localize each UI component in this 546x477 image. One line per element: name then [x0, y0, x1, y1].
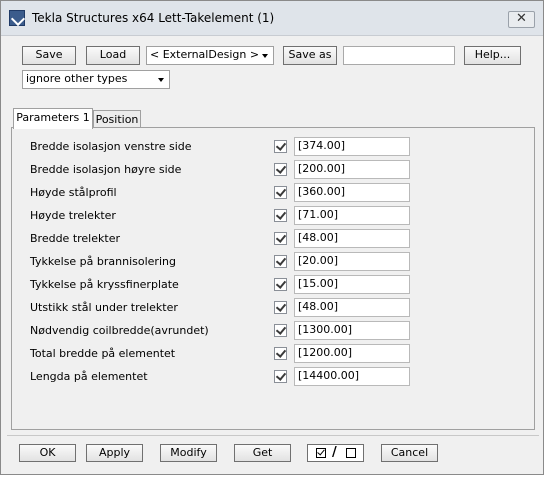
toggle-all-checkboxes[interactable]: / — [307, 444, 364, 462]
parameter-label: Bredde trelekter — [30, 232, 120, 245]
parameter-checkbox[interactable] — [274, 232, 287, 245]
modify-button[interactable]: Modify — [160, 444, 217, 462]
parameter-row: Total bredde på elementet [1200.00] — [12, 344, 536, 363]
parameter-value-input[interactable]: [1300.00] — [294, 321, 410, 340]
parameter-checkbox[interactable] — [274, 370, 287, 383]
parameter-label: Total bredde på elementet — [30, 347, 176, 360]
parameter-checkbox[interactable] — [274, 347, 287, 360]
parameter-value-input[interactable]: [1200.00] — [294, 344, 410, 363]
dialog-window: Tekla Structures x64 Lett-Takelement (1)… — [0, 0, 544, 475]
parameter-label: Høyde stålprofil — [30, 186, 117, 199]
parameter-value-input[interactable]: [360.00] — [294, 183, 410, 202]
parameter-row: Høyde trelekter [71.00] — [12, 206, 536, 225]
check-all-icon[interactable] — [316, 448, 326, 458]
parameter-value-input[interactable]: [48.00] — [294, 298, 410, 317]
help-button[interactable]: Help... — [464, 46, 521, 65]
footer-divider — [7, 435, 539, 436]
parameter-row: Bredde trelekter [48.00] — [12, 229, 536, 248]
parameter-checkbox[interactable] — [274, 163, 287, 176]
parameter-checkbox[interactable] — [274, 324, 287, 337]
apply-button[interactable]: Apply — [86, 444, 143, 462]
parameter-row: Bredde isolasjon høyre side [200.00] — [12, 160, 536, 179]
attribute-file-select[interactable]: < ExternalDesign > — [146, 46, 274, 65]
tekla-app-icon — [9, 10, 25, 26]
save-as-button[interactable]: Save as — [283, 46, 337, 65]
parameter-label: Bredde isolasjon høyre side — [30, 163, 182, 176]
parameter-value-input[interactable]: [20.00] — [294, 252, 410, 271]
close-button[interactable]: ✕ — [508, 11, 535, 28]
parameter-label: Bredde isolasjon venstre side — [30, 140, 192, 153]
parameter-row: Utstikk stål under trelekter [48.00] — [12, 298, 536, 317]
parameter-value-input[interactable]: [374.00] — [294, 137, 410, 156]
attribute-file-value: < ExternalDesign > — [150, 48, 260, 61]
chevron-down-icon — [262, 54, 268, 58]
ok-button[interactable]: OK — [19, 444, 76, 462]
parameter-label: Nødvendig coilbredde(avrundet) — [30, 324, 209, 337]
parameter-row: Nødvendig coilbredde(avrundet) [1300.00] — [12, 321, 536, 340]
parameter-row: Tykkelse på brannisolering [20.00] — [12, 252, 536, 271]
close-icon: ✕ — [516, 11, 527, 26]
parameter-label: Høyde trelekter — [30, 209, 116, 222]
parameter-label: Utstikk stål under trelekter — [30, 301, 178, 314]
parameter-label: Tykkelse på kryssfinerplate — [30, 278, 179, 291]
save-as-name-input[interactable] — [343, 46, 455, 65]
uncheck-all-icon[interactable] — [346, 448, 356, 458]
parameter-value-input[interactable]: [48.00] — [294, 229, 410, 248]
parameter-row: Bredde isolasjon venstre side [374.00] — [12, 137, 536, 156]
cancel-button[interactable]: Cancel — [381, 444, 438, 462]
parameter-checkbox[interactable] — [274, 278, 287, 291]
parameter-checkbox[interactable] — [274, 186, 287, 199]
title-bar: Tekla Structures x64 Lett-Takelement (1)… — [1, 1, 543, 36]
parameter-row: Tykkelse på kryssfinerplate [15.00] — [12, 275, 536, 294]
window-title: Tekla Structures x64 Lett-Takelement (1) — [32, 11, 275, 25]
parameter-label: Tykkelse på brannisolering — [30, 255, 176, 268]
type-filter-value: ignore other types — [26, 72, 128, 85]
parameters-panel: Bredde isolasjon venstre side [374.00] B… — [11, 127, 535, 430]
chevron-down-icon — [158, 78, 164, 82]
parameter-row: Høyde stålprofil [360.00] — [12, 183, 536, 202]
parameter-value-input[interactable]: [15.00] — [294, 275, 410, 294]
parameter-row: Lengda på elementet [14400.00] — [12, 367, 536, 386]
tab-parameters-1[interactable]: Parameters 1 — [13, 108, 93, 129]
parameter-checkbox[interactable] — [274, 140, 287, 153]
parameter-value-input[interactable]: [200.00] — [294, 160, 410, 179]
parameter-label: Lengda på elementet — [30, 370, 148, 383]
type-filter-select[interactable]: ignore other types — [22, 70, 170, 89]
parameter-checkbox[interactable] — [274, 255, 287, 268]
get-button[interactable]: Get — [234, 444, 291, 462]
parameter-value-input[interactable]: [14400.00] — [294, 367, 410, 386]
toggle-separator: / — [332, 445, 337, 460]
parameter-checkbox[interactable] — [274, 209, 287, 222]
parameter-value-input[interactable]: [71.00] — [294, 206, 410, 225]
parameter-checkbox[interactable] — [274, 301, 287, 314]
save-button[interactable]: Save — [22, 46, 76, 65]
load-button[interactable]: Load — [86, 46, 140, 65]
